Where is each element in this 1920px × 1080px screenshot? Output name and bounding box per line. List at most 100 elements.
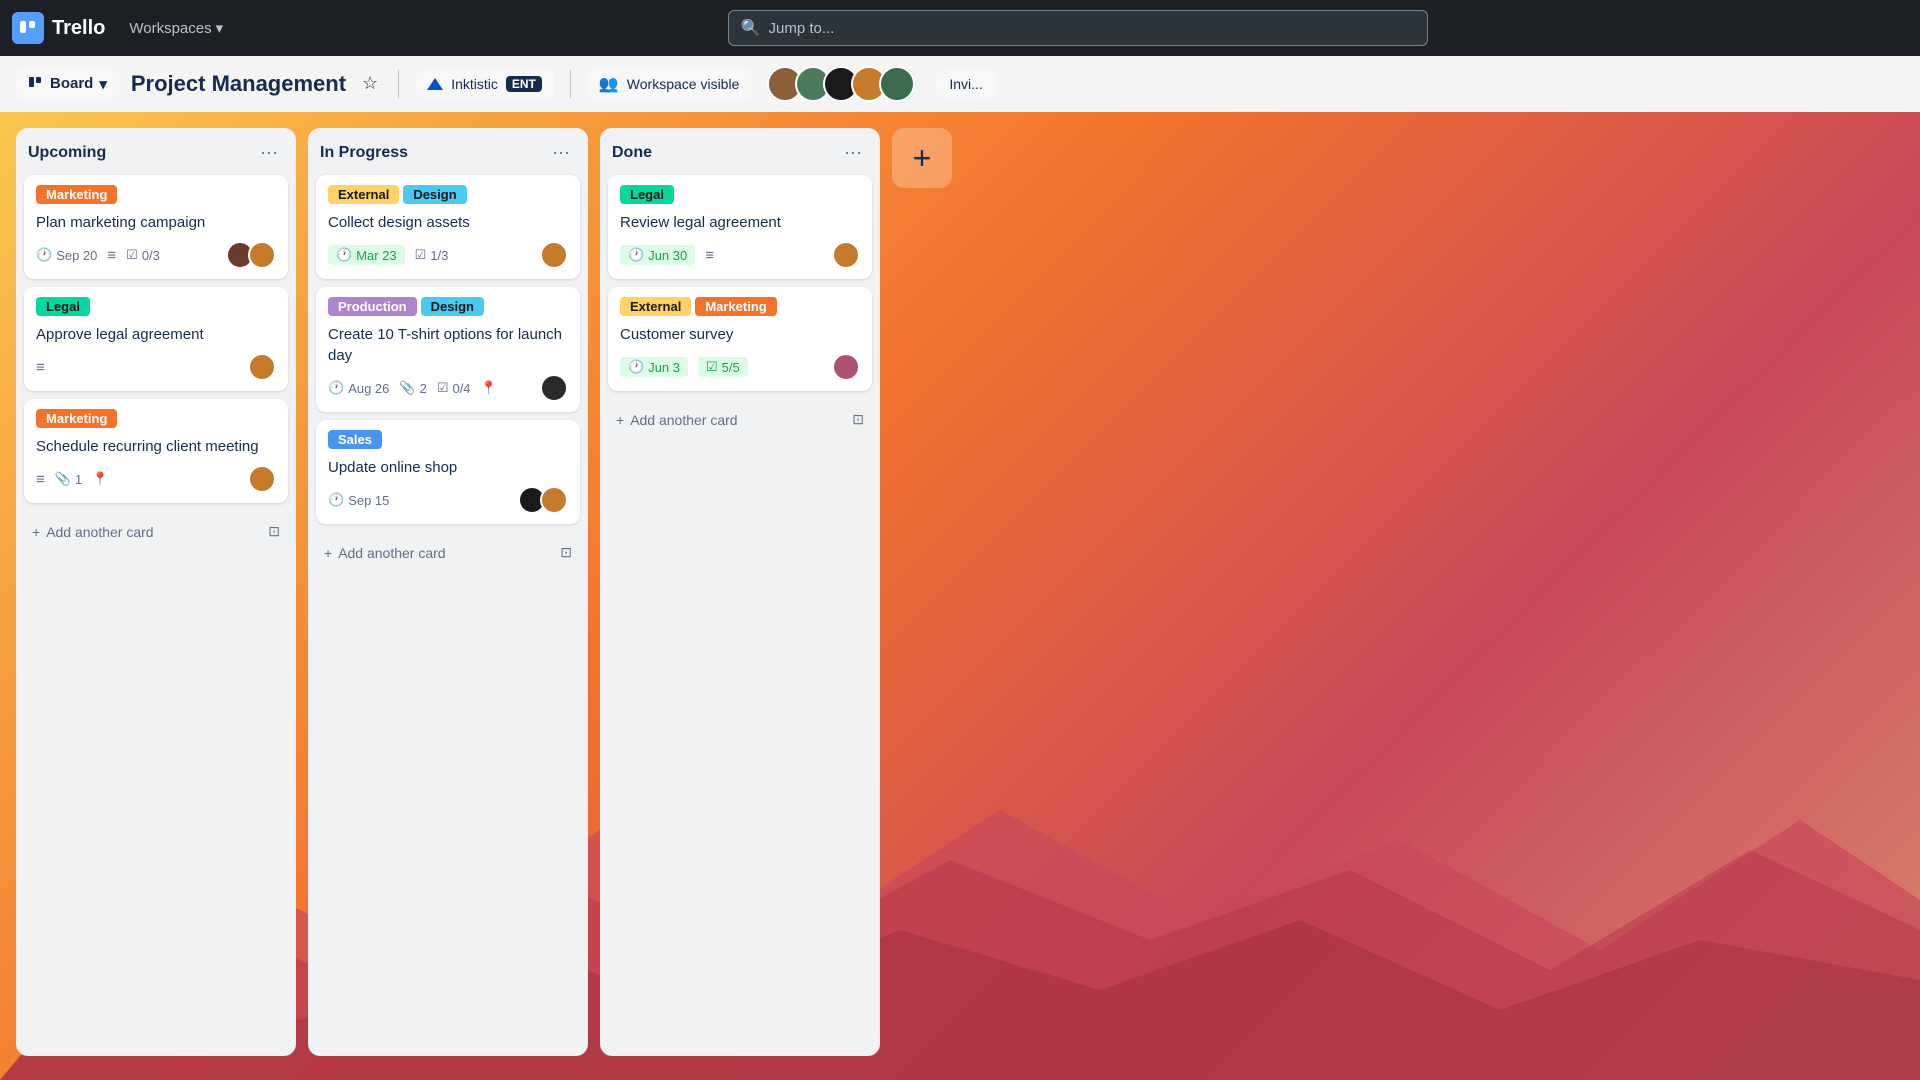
list-menu-button-inprogress[interactable]: ··· [546, 140, 576, 165]
card-tags: Production Design [328, 297, 568, 316]
list-menu-button-done[interactable]: ··· [838, 140, 868, 165]
lines-item: ≡ [36, 471, 45, 488]
card-avatars [540, 374, 568, 402]
card-template-icon: ⊡ [560, 544, 572, 561]
tag-production: Production [328, 297, 417, 316]
card-tshirt-options[interactable]: Production Design Create 10 T-shirt opti… [316, 287, 580, 412]
card-avatar[interactable] [832, 353, 860, 381]
logo: Trello [12, 12, 105, 44]
card-tags: Legal [36, 297, 276, 316]
lines-icon: ≡ [36, 359, 45, 376]
board-view-button[interactable]: Board [16, 69, 119, 99]
search-icon: 🔍 [741, 18, 761, 38]
card-tags: Marketing [36, 409, 276, 428]
card-avatars [518, 486, 568, 514]
card-plan-marketing[interactable]: Marketing Plan marketing campaign 🕐 Sep … [24, 175, 288, 279]
card-approve-legal[interactable]: Legal Approve legal agreement ≡ [24, 287, 288, 391]
pin-icon: 📍 [92, 471, 108, 487]
tag-legal: Legal [36, 297, 90, 316]
board-title: Project Management [131, 71, 346, 97]
tag-marketing: Marketing [695, 297, 776, 316]
lines-item: ≡ [107, 247, 116, 264]
workspace-logo-icon [427, 78, 443, 90]
card-meta: ≡ 📎 1 📍 [36, 465, 276, 493]
card-update-shop[interactable]: Sales Update online shop 🕐 Sep 15 [316, 420, 580, 524]
plus-icon: + [616, 412, 624, 428]
attachment-icon: 📎 [399, 380, 415, 396]
app-header: Trello Workspaces 🔍 [0, 0, 1920, 56]
card-title: Schedule recurring client meeting [36, 436, 276, 457]
card-avatar[interactable] [248, 241, 276, 269]
logo-text: Trello [52, 17, 105, 40]
workspace-visible-button[interactable]: 👥 Workspace visible [587, 68, 751, 100]
check-icon: ☑ [415, 247, 427, 263]
divider2 [570, 70, 571, 98]
card-template-icon: ⊡ [852, 411, 864, 428]
list-header-done: Done ··· [608, 140, 872, 165]
card-title: Collect design assets [328, 212, 568, 233]
card-avatar[interactable] [540, 486, 568, 514]
attachment-item: 📎 2 [399, 380, 426, 396]
board-content: Upcoming ··· Marketing Plan marketing ca… [0, 112, 1920, 1080]
card-avatars [226, 241, 276, 269]
tag-legal: Legal [620, 185, 674, 204]
list-title-upcoming: Upcoming [28, 144, 106, 162]
star-button[interactable]: ☆ [358, 69, 382, 98]
card-meta: 🕐 Sep 20 ≡ ☑ 0/3 [36, 241, 276, 269]
tag-marketing: Marketing [36, 409, 117, 428]
add-list-button[interactable]: + [892, 128, 952, 188]
divider [398, 70, 399, 98]
invite-button[interactable]: Invi... [935, 70, 996, 98]
card-avatars [832, 353, 860, 381]
board-header: Board Project Management ☆ Inktistic ENT… [0, 56, 1920, 112]
tag-design: Design [403, 185, 466, 204]
card-schedule-meeting[interactable]: Marketing Schedule recurring client meet… [24, 399, 288, 503]
card-avatars [248, 353, 276, 381]
card-avatar[interactable] [248, 465, 276, 493]
card-title: Plan marketing campaign [36, 212, 276, 233]
card-meta: 🕐 Jun 3 ☑ 5/5 [620, 353, 860, 381]
plus-icon: + [324, 545, 332, 561]
card-tags: External Design [328, 185, 568, 204]
clock-icon: 🕐 [328, 492, 344, 508]
list-title-done: Done [612, 144, 652, 162]
list-title-inprogress: In Progress [320, 144, 408, 162]
workspaces-button[interactable]: Workspaces [121, 13, 231, 43]
card-customer-survey[interactable]: External Marketing Customer survey 🕐 Jun… [608, 287, 872, 391]
check-icon: ☑ [706, 359, 718, 375]
add-card-button-done[interactable]: + Add another card ⊡ [608, 403, 872, 436]
list-header-inprogress: In Progress ··· [316, 140, 580, 165]
search-bar[interactable]: 🔍 [728, 10, 1428, 46]
card-meta: 🕐 Aug 26 📎 2 ☑ 0/4 📍 [328, 374, 568, 402]
checklist-done-badge: ☑ 5/5 [698, 357, 748, 377]
card-avatar[interactable] [540, 374, 568, 402]
checklist-item: ☑ 1/3 [415, 247, 449, 263]
search-input[interactable] [769, 20, 1415, 37]
lines-icon: ≡ [36, 471, 45, 488]
avatar-5[interactable] [879, 66, 915, 102]
card-avatars [540, 241, 568, 269]
add-card-label: Add another card [630, 412, 737, 428]
card-avatar[interactable] [540, 241, 568, 269]
card-avatar[interactable] [832, 241, 860, 269]
list-menu-button-upcoming[interactable]: ··· [254, 140, 284, 165]
workspace-name: Inktistic [451, 76, 498, 92]
attachment-icon: 📎 [55, 471, 71, 487]
add-card-button-inprogress[interactable]: + Add another card ⊡ [316, 536, 580, 569]
workspace-button[interactable]: Inktistic ENT [415, 70, 554, 98]
card-meta: ≡ [36, 353, 276, 381]
card-meta: 🕐 Sep 15 [328, 486, 568, 514]
add-card-button-upcoming[interactable]: + Add another card ⊡ [24, 515, 288, 548]
date-item: 🕐 Sep 20 [36, 247, 97, 263]
card-tags: Sales [328, 430, 568, 449]
card-review-legal[interactable]: Legal Review legal agreement 🕐 Jun 30 ≡ [608, 175, 872, 279]
card-title: Approve legal agreement [36, 324, 276, 345]
workspace-visible-label: Workspace visible [627, 76, 740, 92]
card-tags: External Marketing [620, 297, 860, 316]
card-collect-design[interactable]: External Design Collect design assets 🕐 … [316, 175, 580, 279]
card-avatar[interactable] [248, 353, 276, 381]
tag-external: External [620, 297, 691, 316]
tag-design: Design [421, 297, 484, 316]
tag-external: External [328, 185, 399, 204]
board-icon [28, 76, 44, 92]
